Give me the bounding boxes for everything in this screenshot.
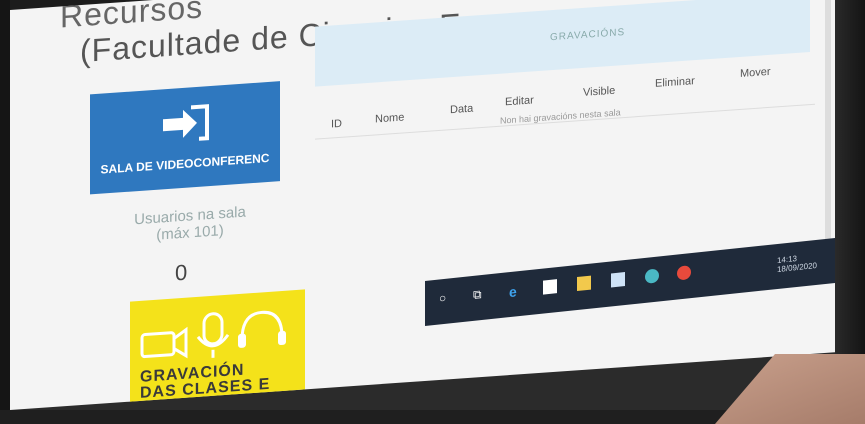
system-tray[interactable]: 14:13 18/09/2020 <box>777 252 817 274</box>
search-icon[interactable]: ○ <box>439 290 453 306</box>
recording-icons <box>140 310 286 359</box>
microphone-icon <box>196 312 230 358</box>
chrome-icon[interactable] <box>677 265 691 281</box>
files-icon[interactable] <box>577 275 591 292</box>
recordings-card-button[interactable]: GRAVACIÓN DAS CLASES E DOS EXAMES <box>130 289 305 411</box>
app-icon[interactable] <box>645 268 659 284</box>
enter-room-icon <box>163 104 209 141</box>
column-date[interactable]: Data <box>450 103 473 117</box>
column-delete[interactable]: Eliminar <box>655 75 695 90</box>
page-scrollbar[interactable] <box>825 0 831 254</box>
column-move[interactable]: Mover <box>740 66 771 80</box>
column-name[interactable]: Nome <box>375 111 404 125</box>
videoconference-room-button[interactable]: SALA DE VIDEOCONFERENC <box>90 81 280 195</box>
mail-icon[interactable] <box>611 272 625 288</box>
users-in-room-label: Usuarios na sala (máx 101) <box>134 203 246 244</box>
videoconference-room-label: SALA DE VIDEOCONFERENC <box>100 150 270 177</box>
video-camera-icon <box>140 326 188 359</box>
desk-surface <box>715 354 865 424</box>
headset-icon <box>238 310 286 348</box>
browser-screen: Recursos (Facultade de Ciencias Empre GR… <box>10 0 835 411</box>
monitor-bezel-left <box>0 0 10 424</box>
windows-taskbar: ○ ⧉ e 14:13 18/09/2020 <box>425 237 835 326</box>
column-edit[interactable]: Editar <box>505 94 534 108</box>
column-id[interactable]: ID <box>331 118 342 131</box>
store-icon[interactable] <box>543 279 557 295</box>
users-in-room-count: 0 <box>175 259 188 286</box>
column-visible[interactable]: Visible <box>583 85 615 99</box>
task-view-icon[interactable]: ⧉ <box>473 286 487 302</box>
edge-icon[interactable]: e <box>509 283 523 300</box>
